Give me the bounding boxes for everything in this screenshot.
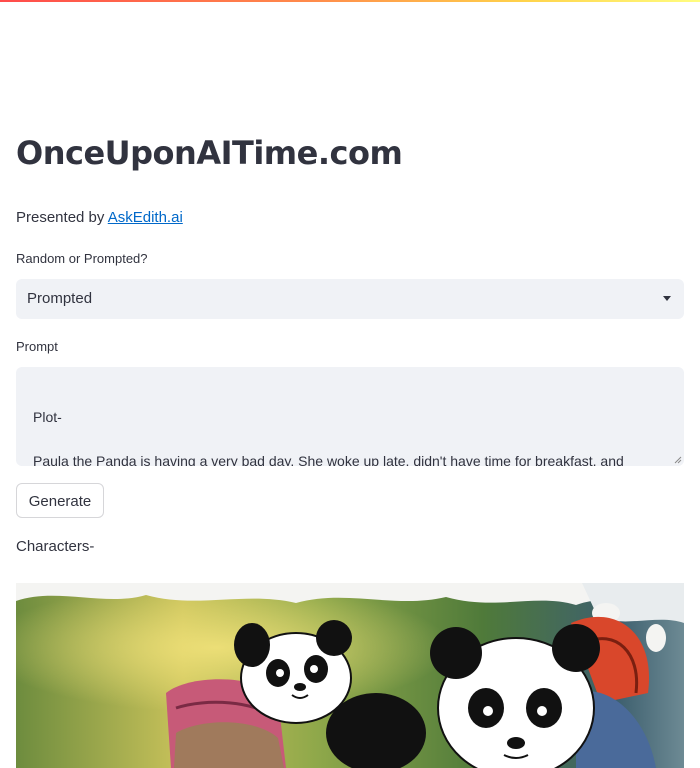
page-title: OnceUponAITime.com xyxy=(16,134,403,172)
presented-by-prefix: Presented by xyxy=(16,209,108,226)
story-illustration xyxy=(16,583,684,768)
resize-handle-icon[interactable] xyxy=(674,456,682,464)
presented-by-text: Presented by AskEdith.ai xyxy=(16,208,183,228)
mode-select-label: Random or Prompted? xyxy=(16,251,148,266)
prompt-textarea[interactable]: Plot- Paula the Panda is having a very b… xyxy=(16,367,684,466)
generate-button[interactable]: Generate xyxy=(16,483,104,518)
prompt-label: Prompt xyxy=(16,339,58,354)
prompt-line: Paula the Panda is having a very bad day… xyxy=(33,453,624,466)
top-decoration-bar xyxy=(0,0,700,2)
characters-heading: Characters- xyxy=(16,538,95,555)
mode-select-value: Prompted xyxy=(27,290,93,307)
prompt-line: Plot- xyxy=(33,409,62,425)
chevron-down-icon[interactable] xyxy=(663,296,671,301)
mode-select[interactable]: Prompted xyxy=(16,279,684,319)
askedith-link[interactable]: AskEdith.ai xyxy=(108,209,183,226)
